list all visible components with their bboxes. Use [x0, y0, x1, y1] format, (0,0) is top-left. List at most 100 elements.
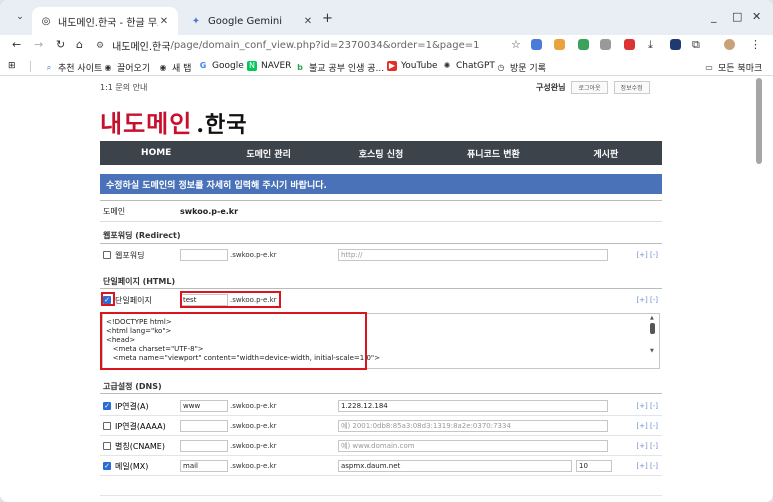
- bookmark-label: 추천 사이트: [58, 64, 103, 74]
- bookmark-google[interactable]: G Google: [198, 61, 244, 71]
- extension-icon[interactable]: [670, 39, 681, 50]
- bookmark-pull[interactable]: ◉ 끌어오기: [103, 61, 151, 75]
- highlight-checkbox: [101, 292, 115, 306]
- dns-cname-checkbox[interactable]: [103, 442, 111, 450]
- dns-mx-host-input[interactable]: mail: [180, 460, 228, 472]
- close-icon[interactable]: ✕: [302, 16, 314, 27]
- globe-icon: ◉: [159, 62, 167, 72]
- youtube-icon: ▶: [387, 61, 397, 71]
- history-icon: ◷: [497, 62, 505, 72]
- address-bar[interactable]: ⚙ 내도메인.한국 /page/domain_conf_view.php?id=…: [96, 37, 526, 54]
- bookmark-history[interactable]: ◷ 방문 기록: [496, 61, 546, 75]
- site-info-icon[interactable]: ⚙: [96, 41, 104, 51]
- all-bookmarks[interactable]: ▭ 모든 북마크: [704, 61, 762, 75]
- page-scrollbar[interactable]: [756, 78, 762, 164]
- dns-a-add-remove[interactable]: [+] [-]: [636, 402, 658, 410]
- bookmark-chatgpt[interactable]: ✺ ChatGPT: [442, 61, 495, 71]
- textarea-scroll-up-icon[interactable]: ▲: [650, 315, 654, 321]
- bookmark-naver[interactable]: N NAVER: [247, 61, 291, 71]
- single-page-add-remove[interactable]: [+] [-]: [636, 296, 658, 304]
- user-name: 구성완님: [536, 83, 566, 92]
- tab-title: Google Gemini: [208, 15, 282, 27]
- dns-row-a: ✓ IP연결(A) www .swkoo.p-e.kr 1.228.12.184 …: [100, 397, 662, 416]
- dns-mx-priority-input[interactable]: 10: [576, 460, 612, 472]
- dns-cname-add-remove[interactable]: [+] [-]: [636, 442, 658, 450]
- logout-button[interactable]: 로그아웃: [571, 81, 608, 94]
- nav-punycode[interactable]: 퓨니코드 변환: [437, 141, 549, 165]
- forward-icon[interactable]: →: [34, 38, 43, 51]
- dns-row-partial: [100, 477, 662, 496]
- tab-search-icon[interactable]: ⌄: [12, 9, 28, 25]
- dns-a-checkbox[interactable]: ✓: [103, 402, 111, 410]
- section-dns: 고급설정 (DNS): [103, 382, 162, 391]
- close-icon[interactable]: ✕: [158, 16, 170, 27]
- bookmark-recommended[interactable]: ⌕ 추천 사이트: [44, 61, 103, 75]
- dns-a-value-input[interactable]: 1.228.12.184: [338, 400, 608, 412]
- apps-icon[interactable]: ⊞: [8, 61, 16, 71]
- logo-main: 내도메인: [100, 109, 193, 138]
- textarea-scroll-down-icon[interactable]: ▼: [650, 348, 654, 354]
- site-logo[interactable]: 내도메인 .한국: [100, 104, 247, 139]
- forwarding-checkbox[interactable]: [103, 251, 111, 259]
- bookmark-star-icon[interactable]: ☆: [511, 38, 521, 51]
- dns-cname-value-input[interactable]: 예) www.domain.com: [338, 440, 608, 452]
- forwarding-host-input[interactable]: [180, 249, 228, 261]
- section-redirect: 웹포워딩 (Redirect): [103, 231, 181, 240]
- minimize-button[interactable]: _: [711, 10, 717, 23]
- back-icon[interactable]: ←: [12, 38, 21, 51]
- extension-icon[interactable]: [554, 39, 565, 50]
- inquiry-link[interactable]: 1:1 문의 안내: [100, 82, 147, 93]
- gemini-icon: ✦: [191, 15, 201, 27]
- divider: [100, 243, 662, 244]
- bookmark-label: 새 탭: [172, 64, 192, 74]
- section-html: 단일페이지 (HTML): [103, 277, 176, 286]
- tab-naedomain[interactable]: ◎ 내도메인.한국 - 한글 무료 도메 ✕: [32, 7, 178, 35]
- home-icon[interactable]: ⌂: [76, 38, 83, 51]
- dns-a-host-input[interactable]: www: [180, 400, 228, 412]
- dns-cname-host-input[interactable]: [180, 440, 228, 452]
- nav-board[interactable]: 게시판: [550, 141, 662, 165]
- bookmark-newtab[interactable]: ◉ 새 탭: [158, 61, 192, 75]
- bookmark-buddhism[interactable]: b 불교 공부 인생 공...: [295, 61, 385, 75]
- bookmark-youtube[interactable]: ▶ YouTube: [387, 61, 438, 71]
- dns-label: 별칭(CNAME): [115, 441, 165, 451]
- nav-domain[interactable]: 도메인 관리: [212, 141, 324, 165]
- textarea-scrollbar-thumb[interactable]: [650, 323, 655, 334]
- dns-aaaa-host-input[interactable]: [180, 420, 228, 432]
- dns-mx-checkbox[interactable]: ✓: [103, 462, 111, 470]
- forwarding-add-remove[interactable]: [+] [-]: [636, 251, 658, 259]
- bookmark-label: 끌어오기: [117, 64, 151, 74]
- nav-home[interactable]: HOME: [100, 141, 212, 165]
- reload-icon[interactable]: ↻: [56, 38, 65, 51]
- nav-hosting[interactable]: 호스팅 신청: [325, 141, 437, 165]
- dns-suffix: .swkoo.p-e.kr: [230, 442, 277, 450]
- forwarding-url-input[interactable]: http://: [338, 249, 608, 261]
- main-nav: HOME 도메인 관리 호스팅 신청 퓨니코드 변환 게시판: [100, 141, 662, 165]
- globe-icon: ◎: [41, 15, 51, 27]
- divider: [100, 393, 662, 394]
- maximize-button[interactable]: □: [732, 10, 742, 23]
- dns-aaaa-add-remove[interactable]: [+] [-]: [636, 422, 658, 430]
- extension-icon[interactable]: [600, 39, 611, 50]
- user-area: 구성완님 로그아웃 정보수정: [536, 81, 650, 94]
- forwarding-row: 웹포워딩 .swkoo.p-e.kr http:// [+] [-]: [100, 246, 662, 264]
- download-icon[interactable]: ⤓: [648, 38, 653, 52]
- chatgpt-icon: ✺: [443, 61, 451, 70]
- tab-strip: ⌄ ◎ 내도메인.한국 - 한글 무료 도메 ✕ ✦ Google Gemini…: [0, 0, 773, 35]
- bookmark-label: 불교 공부 인생 공...: [309, 64, 385, 74]
- dns-mx-add-remove[interactable]: [+] [-]: [636, 462, 658, 470]
- dns-mx-value-input[interactable]: aspmx.daum.net: [338, 460, 572, 472]
- tab-gemini[interactable]: ✦ Google Gemini ✕: [182, 7, 322, 35]
- highlight-host: [180, 291, 281, 308]
- dns-aaaa-checkbox[interactable]: [103, 422, 111, 430]
- dns-aaaa-value-input[interactable]: 예) 2001:0db8:85a3:08d3:1319:8a2e:0370:73…: [338, 420, 608, 432]
- extension-icon[interactable]: [624, 39, 635, 50]
- avatar[interactable]: [724, 39, 735, 50]
- window-close-button[interactable]: ✕: [752, 10, 761, 23]
- extension-icon[interactable]: [531, 39, 542, 50]
- edit-profile-button[interactable]: 정보수정: [613, 81, 650, 94]
- new-tab-button[interactable]: +: [322, 11, 333, 26]
- extension-icon[interactable]: [578, 39, 589, 50]
- puzzle-icon[interactable]: ⧉: [692, 38, 700, 52]
- menu-icon[interactable]: ⋮: [750, 38, 761, 51]
